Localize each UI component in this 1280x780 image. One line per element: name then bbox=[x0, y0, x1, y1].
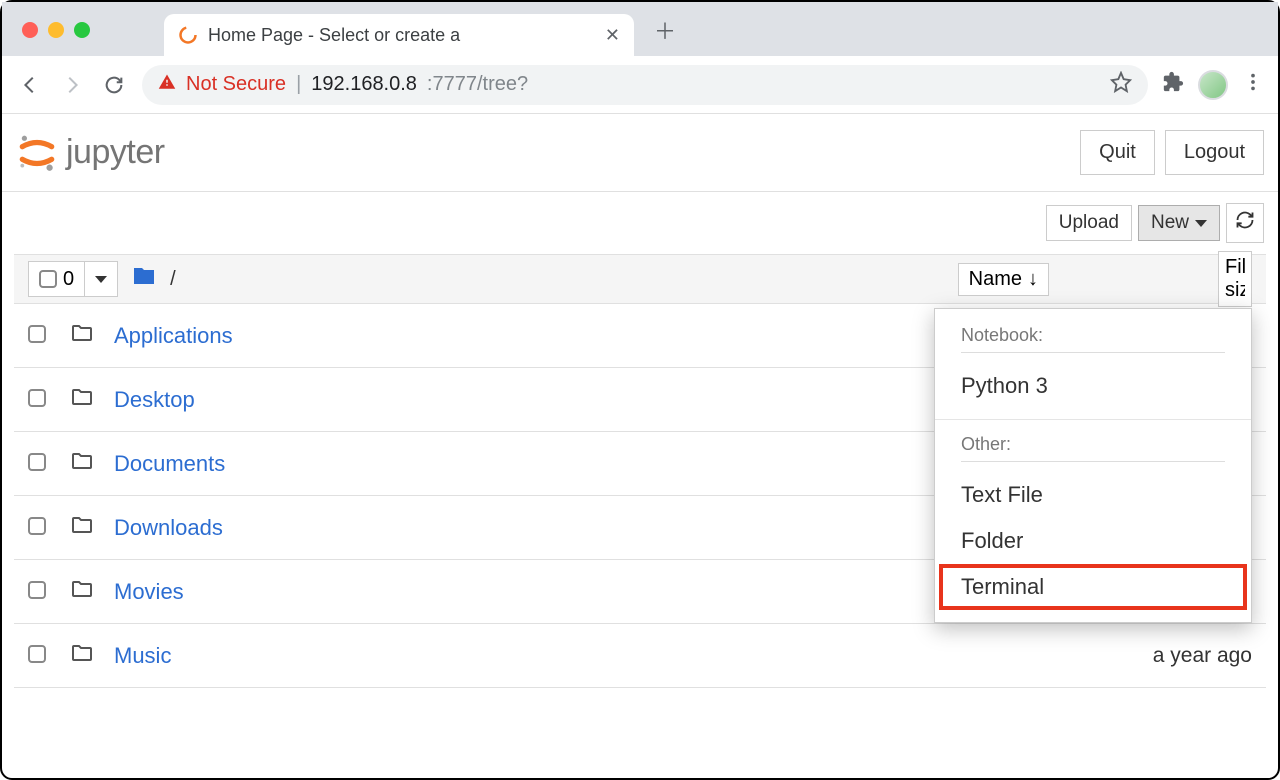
file-modified: a year ago bbox=[1153, 644, 1252, 668]
file-name[interactable]: Movies bbox=[114, 579, 184, 605]
file-name[interactable]: Applications bbox=[114, 323, 233, 349]
jupyter-favicon-icon bbox=[178, 25, 198, 45]
tab-title: Home Page - Select or create a bbox=[208, 25, 595, 46]
bookmark-icon[interactable] bbox=[1110, 71, 1132, 99]
caret-down-icon bbox=[1195, 220, 1207, 227]
quit-button[interactable]: Quit bbox=[1080, 130, 1155, 175]
select-all-group[interactable]: 0 bbox=[28, 261, 118, 297]
new-dropdown-button[interactable]: New bbox=[1138, 205, 1220, 241]
browser-menu-icon[interactable] bbox=[1242, 71, 1264, 98]
jupyter-header: jupyter Quit Logout bbox=[2, 114, 1278, 192]
dropdown-item-python3[interactable]: Python 3 bbox=[935, 363, 1251, 409]
folder-icon bbox=[70, 641, 94, 671]
row-checkbox[interactable] bbox=[28, 325, 46, 343]
select-all-checkbox[interactable] bbox=[39, 270, 57, 288]
close-tab-icon[interactable]: ✕ bbox=[605, 25, 620, 46]
row-checkbox[interactable] bbox=[28, 645, 46, 663]
file-name[interactable]: Music bbox=[114, 643, 171, 669]
select-dropdown[interactable] bbox=[84, 262, 117, 296]
row-checkbox[interactable] bbox=[28, 517, 46, 535]
upload-button[interactable]: Upload bbox=[1046, 205, 1132, 241]
divider bbox=[961, 352, 1225, 353]
caret-down-icon bbox=[95, 276, 107, 283]
browser-tab-strip: Home Page - Select or create a ✕ ＋ bbox=[2, 2, 1278, 56]
extensions-icon[interactable] bbox=[1162, 71, 1184, 98]
browser-toolbar: Not Secure | 192.168.0.8 :7777/tree? bbox=[2, 56, 1278, 114]
file-name[interactable]: Documents bbox=[114, 451, 225, 477]
folder-icon[interactable] bbox=[132, 264, 156, 294]
jupyter-logo-text: jupyter bbox=[66, 133, 165, 172]
new-tab-button[interactable]: ＋ bbox=[654, 14, 676, 46]
new-button-label: New bbox=[1151, 212, 1189, 234]
folder-icon bbox=[70, 321, 94, 351]
address-bar[interactable]: Not Secure | 192.168.0.8 :7777/tree? bbox=[142, 65, 1148, 105]
folder-icon bbox=[70, 449, 94, 479]
action-bar: Upload New bbox=[2, 192, 1278, 254]
window-zoom-icon[interactable] bbox=[74, 22, 90, 38]
arrow-down-icon: ↓ bbox=[1028, 268, 1038, 291]
divider bbox=[935, 419, 1251, 420]
selected-count: 0 bbox=[63, 268, 74, 291]
row-checkbox[interactable] bbox=[28, 581, 46, 599]
profile-avatar[interactable] bbox=[1198, 70, 1228, 100]
window-minimize-icon[interactable] bbox=[48, 22, 64, 38]
window-close-icon[interactable] bbox=[22, 22, 38, 38]
refresh-button[interactable] bbox=[1226, 203, 1264, 243]
dropdown-item-textfile[interactable]: Text File bbox=[935, 472, 1251, 518]
jupyter-logo[interactable]: jupyter bbox=[16, 132, 165, 174]
address-host: 192.168.0.8 bbox=[311, 73, 417, 96]
address-separator: | bbox=[296, 73, 301, 96]
warning-icon bbox=[158, 73, 176, 97]
dropdown-heading-other: Other: bbox=[935, 430, 1251, 461]
window-controls bbox=[22, 22, 90, 38]
sort-name-button[interactable]: Name ↓ bbox=[958, 263, 1049, 296]
row-checkbox[interactable] bbox=[28, 389, 46, 407]
forward-button[interactable] bbox=[58, 71, 86, 99]
reload-button[interactable] bbox=[100, 71, 128, 99]
back-button[interactable] bbox=[16, 71, 44, 99]
file-row[interactable]: Music a year ago bbox=[14, 624, 1266, 688]
not-secure-label: Not Secure bbox=[186, 73, 286, 96]
folder-icon bbox=[70, 513, 94, 543]
folder-icon bbox=[70, 385, 94, 415]
address-path: :7777/tree? bbox=[427, 73, 528, 96]
jupyter-logo-icon bbox=[16, 132, 58, 174]
file-name[interactable]: Desktop bbox=[114, 387, 195, 413]
sort-size-button[interactable]: File size bbox=[1218, 251, 1252, 307]
breadcrumb-root[interactable]: / bbox=[170, 268, 176, 291]
divider bbox=[961, 461, 1225, 462]
folder-icon bbox=[70, 577, 94, 607]
dropdown-heading-notebook: Notebook: bbox=[935, 321, 1251, 352]
logout-button[interactable]: Logout bbox=[1165, 130, 1264, 175]
row-checkbox[interactable] bbox=[28, 453, 46, 471]
browser-tab[interactable]: Home Page - Select or create a ✕ bbox=[164, 14, 634, 56]
dropdown-item-folder[interactable]: Folder bbox=[935, 518, 1251, 564]
file-list-header: 0 / Name ↓ Last Modified File size bbox=[14, 254, 1266, 304]
new-dropdown-menu: Notebook: Python 3 Other: Text File Fold… bbox=[934, 308, 1252, 623]
dropdown-item-terminal[interactable]: Terminal bbox=[939, 564, 1247, 610]
file-name[interactable]: Downloads bbox=[114, 515, 223, 541]
sort-label: Name bbox=[969, 268, 1022, 291]
